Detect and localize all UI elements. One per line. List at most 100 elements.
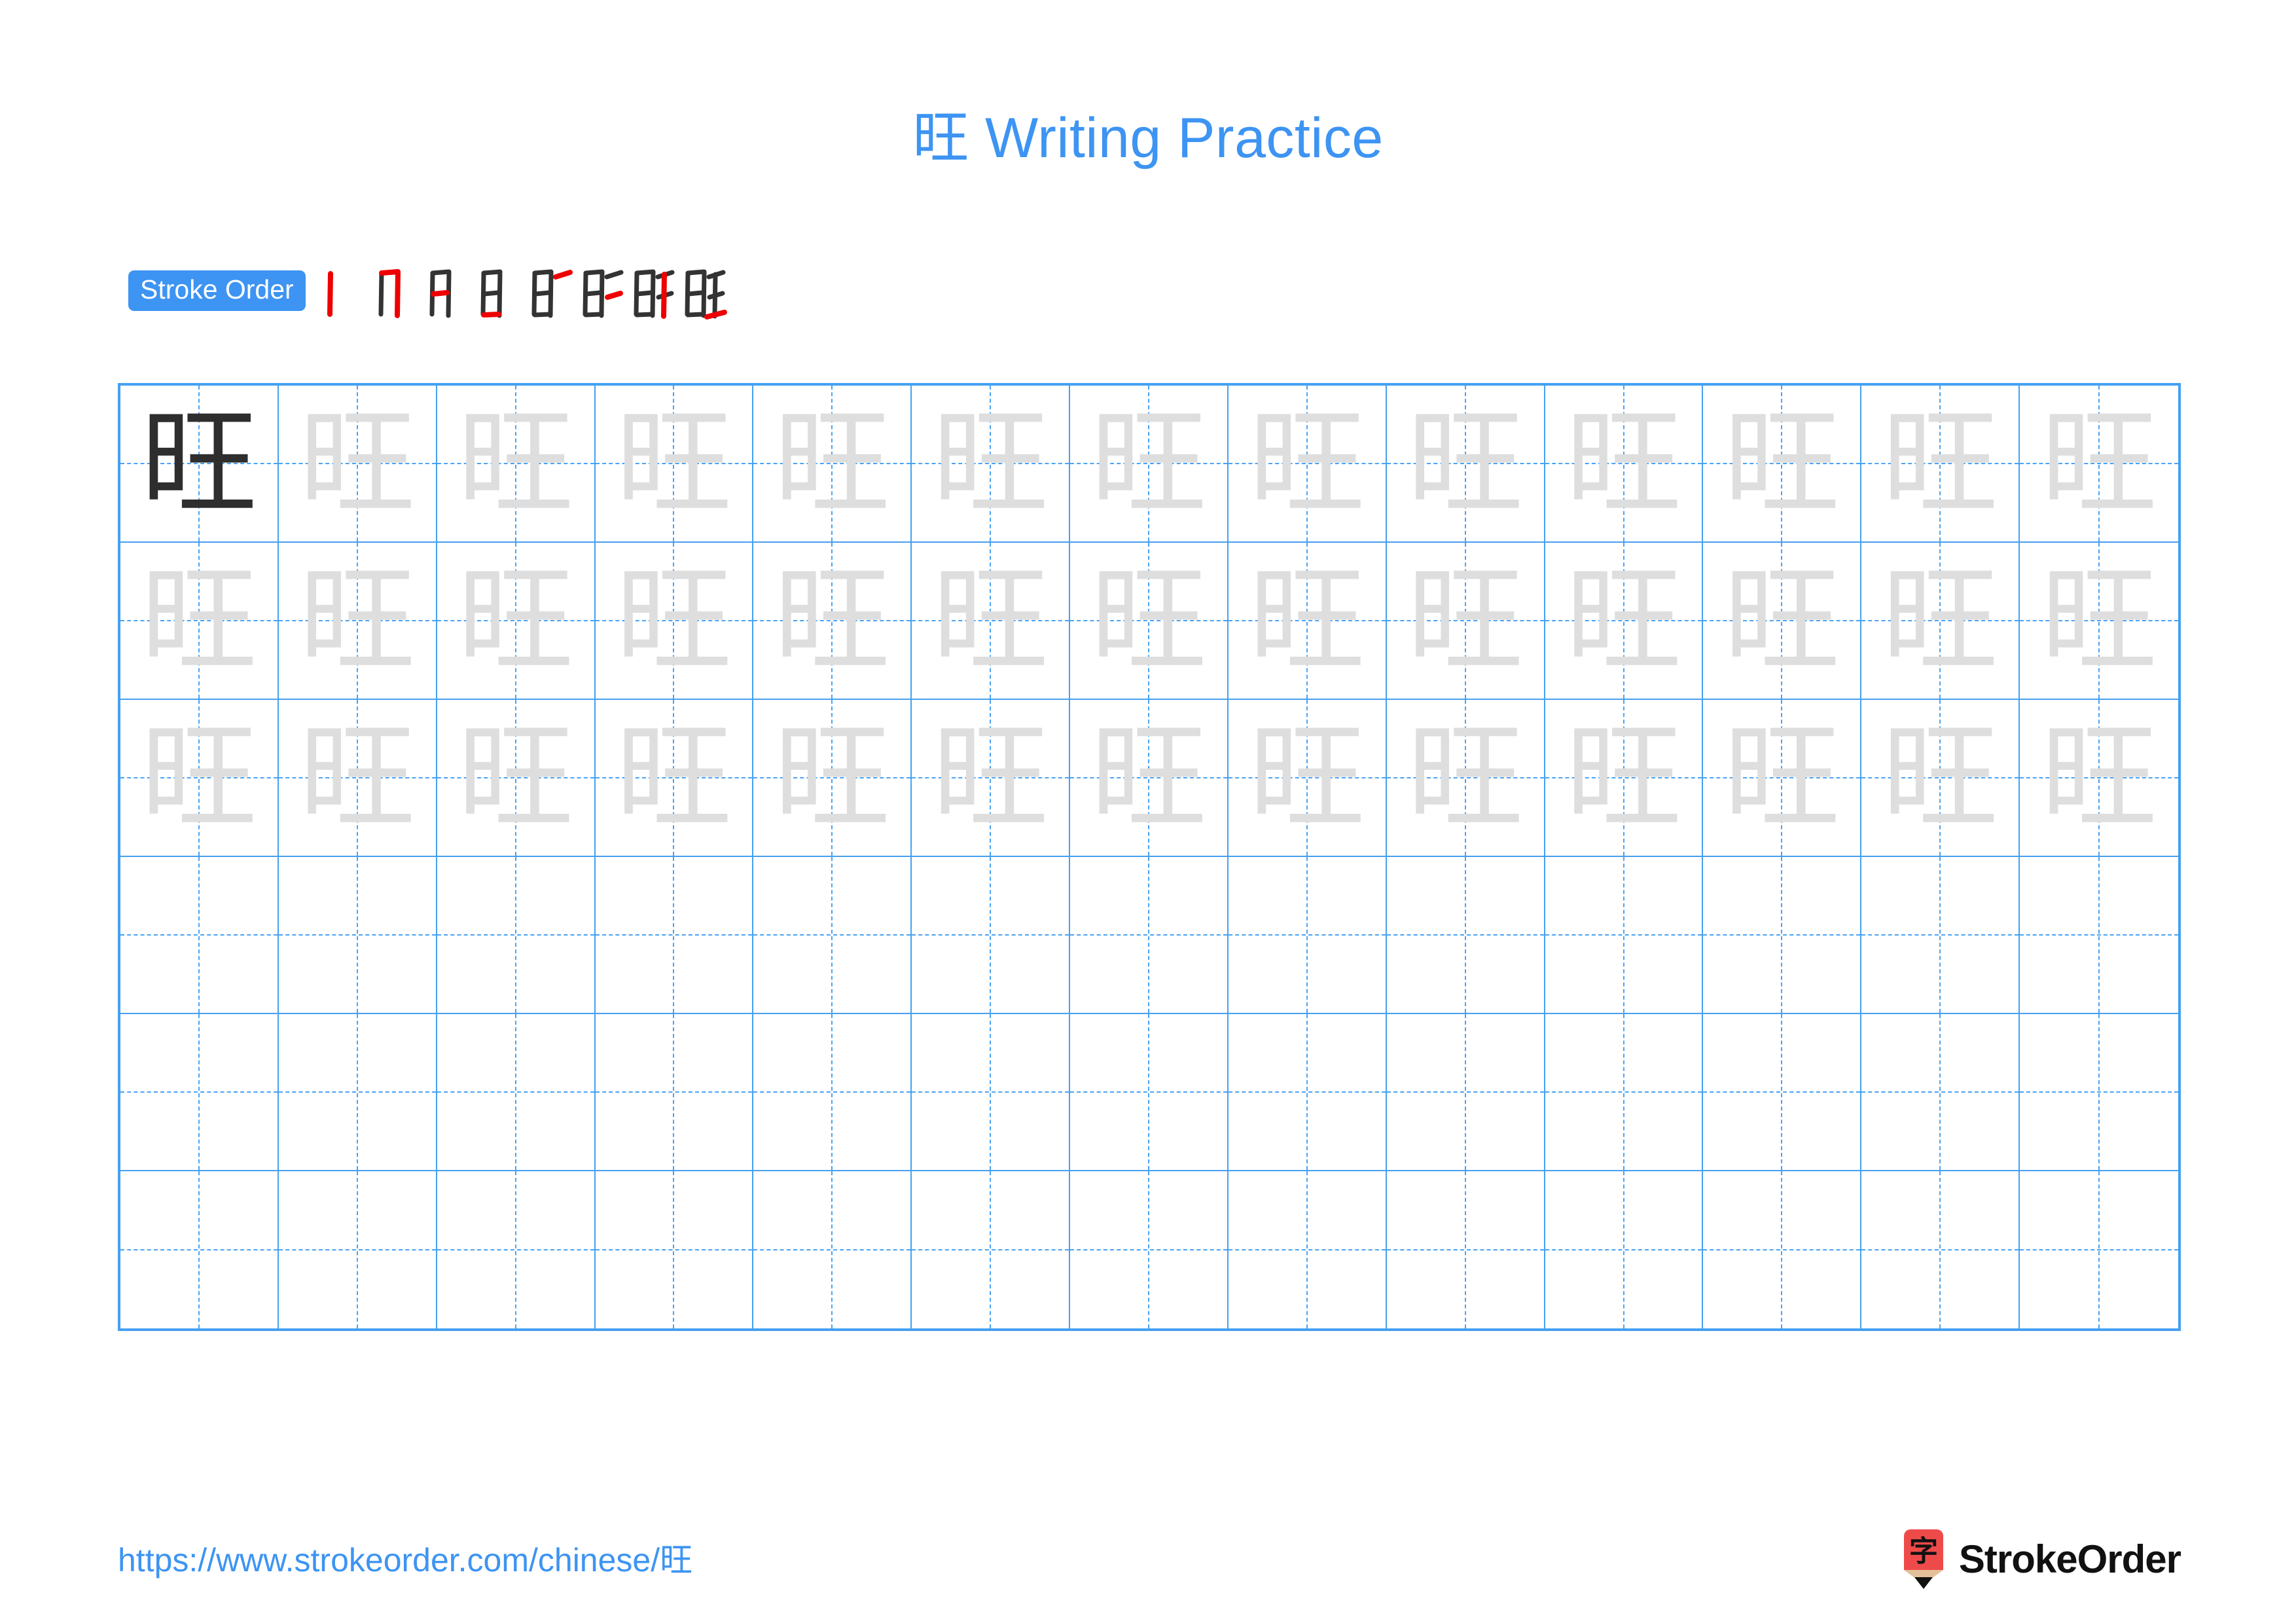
practice-cell-r2-c12[interactable]: 旺 [1861, 543, 2020, 700]
tracing-character: 旺 [1882, 395, 1999, 531]
tracing-character: 旺 [1090, 553, 1207, 688]
practice-cell-r3-c4[interactable]: 旺 [595, 700, 754, 857]
practice-cell-r6-c10[interactable] [1545, 1171, 1704, 1328]
practice-cell-r2-c10[interactable]: 旺 [1545, 543, 1704, 700]
tracing-character: 旺 [1090, 395, 1207, 531]
tracing-character: 旺 [1565, 395, 1682, 531]
practice-cell-r1-c11[interactable]: 旺 [1703, 386, 1862, 543]
practice-cell-r6-c13[interactable] [2020, 1171, 2178, 1328]
tracing-character: 旺 [2041, 395, 2158, 531]
practice-cell-r2-c7[interactable]: 旺 [1070, 543, 1229, 700]
practice-cell-r4-c13[interactable] [2020, 857, 2178, 1014]
practice-cell-r4-c2[interactable] [278, 857, 437, 1014]
practice-cell-r1-c4[interactable]: 旺 [595, 386, 754, 543]
brand-footer[interactable]: 字 StrokeOrder [1901, 1529, 2181, 1590]
practice-cell-r6-c12[interactable] [1861, 1171, 2020, 1328]
tracing-character: 旺 [1248, 710, 1365, 845]
practice-cell-r6-c2[interactable] [279, 1171, 437, 1328]
practice-cell-r1-c6[interactable]: 旺 [912, 386, 1071, 543]
practice-cell-r1-c5[interactable]: 旺 [753, 386, 912, 543]
practice-cell-r4-c4[interactable] [595, 857, 754, 1014]
practice-cell-r5-c3[interactable] [437, 1014, 596, 1171]
practice-cell-r5-c13[interactable] [2020, 1014, 2178, 1171]
tracing-character: 旺 [1882, 553, 1999, 688]
practice-cell-r5-c4[interactable] [595, 1014, 754, 1171]
practice-cell-r3-c9[interactable]: 旺 [1386, 700, 1545, 857]
practice-cell-r1-c3[interactable]: 旺 [437, 386, 596, 543]
practice-cell-r6-c8[interactable] [1229, 1171, 1387, 1328]
practice-cell-r2-c6[interactable]: 旺 [912, 543, 1071, 700]
practice-cell-r5-c2[interactable] [278, 1014, 437, 1171]
practice-cell-r1-c12[interactable]: 旺 [1861, 386, 2020, 543]
practice-cell-r5-c9[interactable] [1386, 1014, 1545, 1171]
practice-cell-r1-c2[interactable]: 旺 [278, 386, 437, 543]
practice-cell-r4-c6[interactable] [912, 857, 1071, 1014]
practice-cell-r5-c7[interactable] [1070, 1014, 1229, 1171]
tracing-character: 旺 [2041, 710, 2158, 845]
practice-cell-r2-c5[interactable]: 旺 [753, 543, 912, 700]
practice-cell-r2-c4[interactable]: 旺 [595, 543, 754, 700]
page-title-character: 旺 [912, 105, 969, 171]
stroke-step-8 [677, 261, 728, 321]
practice-cell-r3-c12[interactable]: 旺 [1861, 700, 2020, 857]
practice-cell-r4-c1[interactable] [120, 857, 279, 1014]
tracing-character: 旺 [774, 553, 891, 688]
practice-cell-r5-c10[interactable] [1545, 1014, 1704, 1171]
practice-cell-r5-c1[interactable] [120, 1014, 279, 1171]
practice-cell-r6-c7[interactable] [1070, 1171, 1229, 1328]
practice-cell-r1-c13[interactable]: 旺 [2020, 386, 2178, 543]
tracing-character: 旺 [774, 395, 891, 531]
practice-cell-r3-c6[interactable]: 旺 [912, 700, 1071, 857]
practice-cell-r1-c1[interactable]: 旺 [120, 386, 279, 543]
tracing-character: 旺 [140, 553, 257, 688]
tracing-character: 旺 [1407, 553, 1524, 688]
practice-cell-r2-c2[interactable]: 旺 [278, 543, 437, 700]
practice-cell-r4-c3[interactable] [437, 857, 596, 1014]
practice-cell-r4-c7[interactable] [1070, 857, 1229, 1014]
practice-cell-r2-c13[interactable]: 旺 [2020, 543, 2178, 700]
tracing-character: 旺 [1882, 710, 1999, 845]
practice-cell-r6-c11[interactable] [1703, 1171, 1862, 1328]
practice-cell-r1-c9[interactable]: 旺 [1386, 386, 1545, 543]
practice-cell-r3-c5[interactable]: 旺 [753, 700, 912, 857]
practice-cell-r5-c8[interactable] [1228, 1014, 1387, 1171]
practice-cell-r1-c7[interactable]: 旺 [1070, 386, 1229, 543]
practice-cell-r2-c11[interactable]: 旺 [1703, 543, 1862, 700]
practice-cell-r6-c1[interactable] [120, 1171, 279, 1328]
practice-cell-r2-c3[interactable]: 旺 [437, 543, 596, 700]
practice-cell-r5-c12[interactable] [1861, 1014, 2020, 1171]
practice-cell-r3-c11[interactable]: 旺 [1703, 700, 1862, 857]
practice-cell-r6-c5[interactable] [753, 1171, 912, 1328]
practice-cell-r3-c13[interactable]: 旺 [2020, 700, 2178, 857]
practice-cell-r3-c2[interactable]: 旺 [278, 700, 437, 857]
practice-cell-r2-c8[interactable]: 旺 [1228, 543, 1387, 700]
practice-cell-r4-c8[interactable] [1228, 857, 1387, 1014]
tracing-character: 旺 [457, 395, 574, 531]
practice-cell-r3-c8[interactable]: 旺 [1228, 700, 1387, 857]
practice-cell-r4-c9[interactable] [1386, 857, 1545, 1014]
practice-cell-r5-c5[interactable] [753, 1014, 912, 1171]
footer-url[interactable]: https://www.strokeorder.com/chinese/旺 [118, 1544, 692, 1577]
practice-cell-r4-c12[interactable] [1861, 857, 2020, 1014]
practice-cell-r2-c9[interactable]: 旺 [1386, 543, 1545, 700]
practice-cell-r5-c11[interactable] [1703, 1014, 1862, 1171]
practice-cell-r1-c8[interactable]: 旺 [1228, 386, 1387, 543]
tracing-character: 旺 [298, 395, 416, 531]
practice-cell-r3-c1[interactable]: 旺 [120, 700, 279, 857]
practice-cell-r6-c9[interactable] [1387, 1171, 1545, 1328]
practice-cell-r6-c6[interactable] [912, 1171, 1071, 1328]
practice-cell-r3-c7[interactable]: 旺 [1070, 700, 1229, 857]
practice-cell-r6-c4[interactable] [596, 1171, 754, 1328]
practice-cell-r4-c5[interactable] [753, 857, 912, 1014]
practice-cell-r6-c3[interactable] [437, 1171, 596, 1328]
tracing-character: 旺 [615, 710, 732, 845]
tracing-character: 旺 [1565, 553, 1682, 688]
practice-cell-r5-c6[interactable] [912, 1014, 1071, 1171]
practice-cell-r2-c1[interactable]: 旺 [120, 543, 279, 700]
stroke-step-1 [320, 261, 371, 321]
practice-cell-r3-c10[interactable]: 旺 [1545, 700, 1704, 857]
practice-cell-r1-c10[interactable]: 旺 [1545, 386, 1704, 543]
practice-cell-r3-c3[interactable]: 旺 [437, 700, 596, 857]
practice-cell-r4-c10[interactable] [1545, 857, 1704, 1014]
practice-cell-r4-c11[interactable] [1703, 857, 1862, 1014]
